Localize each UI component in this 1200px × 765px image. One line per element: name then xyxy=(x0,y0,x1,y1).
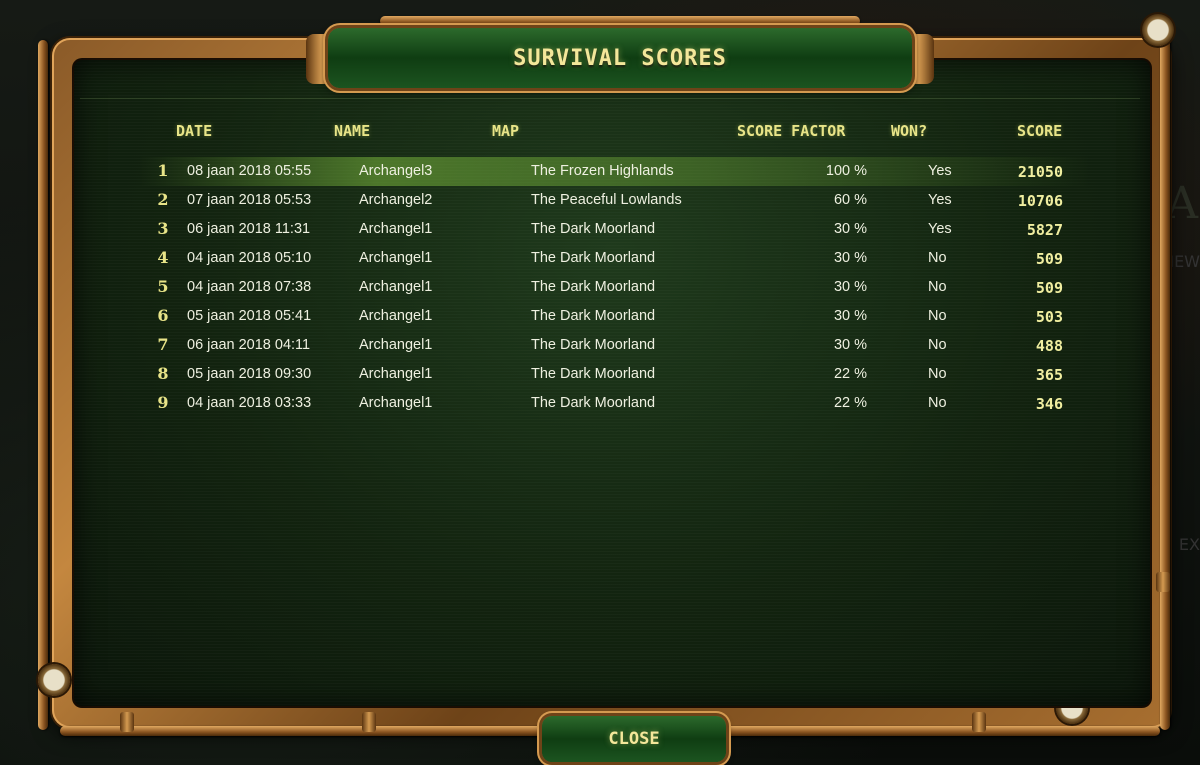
name-cell: Archangel1 xyxy=(359,279,433,295)
rank: 3 xyxy=(157,219,169,238)
name-cell: Archangel1 xyxy=(359,250,433,266)
table-row[interactable]: 1 08 jaan 2018 05:55 Archangel3 The Froz… xyxy=(140,157,1090,186)
table-row[interactable]: 7 06 jaan 2018 04:11 Archangel1 The Dark… xyxy=(140,331,1090,360)
name-cell: Archangel1 xyxy=(359,366,433,382)
bolt-icon xyxy=(972,712,986,732)
page-title: SURVIVAL SCORES xyxy=(513,45,727,71)
map-cell: The Peaceful Lowlands xyxy=(531,192,682,208)
date-cell: 05 jaan 2018 09:30 xyxy=(187,366,312,382)
bolt-icon xyxy=(362,712,376,732)
won-cell: Yes xyxy=(928,221,952,237)
close-button[interactable]: CLOSE xyxy=(542,716,726,762)
score-factor-cell: 30 % xyxy=(833,308,867,324)
column-header-score-factor: SCORE FACTOR xyxy=(737,122,846,140)
background-text-ex: EX xyxy=(1178,535,1200,554)
date-cell: 08 jaan 2018 05:55 xyxy=(187,163,312,179)
name-cell: Archangel2 xyxy=(359,192,433,208)
won-cell: No xyxy=(928,279,947,295)
won-cell: No xyxy=(928,308,947,324)
score-cell: 503 xyxy=(1035,308,1063,326)
rank: 7 xyxy=(157,335,169,354)
rank: 8 xyxy=(157,364,169,383)
bolt-icon xyxy=(120,712,134,732)
column-header-score: SCORE xyxy=(1017,122,1063,140)
table-row[interactable]: 2 07 jaan 2018 05:53 Archangel2 The Peac… xyxy=(140,186,1090,215)
score-cell: 5827 xyxy=(1026,221,1063,239)
map-cell: The Dark Moorland xyxy=(531,279,656,295)
column-header-name: NAME xyxy=(334,122,371,140)
date-cell: 04 jaan 2018 05:10 xyxy=(187,250,312,266)
score-factor-cell: 22 % xyxy=(833,366,867,382)
rank: 9 xyxy=(157,393,169,412)
map-cell: The Dark Moorland xyxy=(531,366,656,382)
map-cell: The Dark Moorland xyxy=(531,395,656,411)
score-cell: 488 xyxy=(1035,337,1063,355)
score-cell: 10706 xyxy=(1017,192,1063,210)
column-header-won: WON? xyxy=(891,122,928,140)
won-cell: No xyxy=(928,250,947,266)
score-cell: 21050 xyxy=(1017,163,1063,181)
date-cell: 05 jaan 2018 05:41 xyxy=(187,308,312,324)
title-banner: SURVIVAL SCORES xyxy=(328,28,912,88)
score-cell: 346 xyxy=(1035,395,1063,413)
won-cell: Yes xyxy=(928,163,952,179)
score-factor-cell: 30 % xyxy=(833,337,867,353)
date-cell: 04 jaan 2018 07:38 xyxy=(187,279,312,295)
name-cell: Archangel3 xyxy=(359,163,433,179)
table-row[interactable]: 5 04 jaan 2018 07:38 Archangel1 The Dark… xyxy=(140,273,1090,302)
won-cell: Yes xyxy=(928,192,952,208)
map-cell: The Dark Moorland xyxy=(531,221,656,237)
map-cell: The Frozen Highlands xyxy=(531,163,674,179)
rank: 6 xyxy=(157,306,169,325)
name-cell: Archangel1 xyxy=(359,221,433,237)
name-cell: Archangel1 xyxy=(359,337,433,353)
left-pipe xyxy=(38,40,48,730)
date-cell: 07 jaan 2018 05:53 xyxy=(187,192,312,208)
table-row[interactable]: 6 05 jaan 2018 05:41 Archangel1 The Dark… xyxy=(140,302,1090,331)
bolt-icon xyxy=(1156,572,1170,592)
date-cell: 06 jaan 2018 04:11 xyxy=(187,337,311,353)
won-cell: No xyxy=(928,337,947,353)
name-cell: Archangel1 xyxy=(359,395,433,411)
won-cell: No xyxy=(928,366,947,382)
table-row[interactable]: 9 04 jaan 2018 03:33 Archangel1 The Dark… xyxy=(140,389,1090,418)
map-cell: The Dark Moorland xyxy=(531,308,656,324)
score-cell: 509 xyxy=(1035,250,1063,268)
score-factor-cell: 22 % xyxy=(833,395,867,411)
pressure-gauge-icon xyxy=(1142,14,1174,46)
rank: 1 xyxy=(157,161,169,180)
score-factor-cell: 30 % xyxy=(833,221,867,237)
date-cell: 04 jaan 2018 03:33 xyxy=(187,395,312,411)
rank: 4 xyxy=(157,248,169,267)
column-header-map: MAP xyxy=(492,122,520,140)
score-cell: 365 xyxy=(1035,366,1063,384)
table-row[interactable]: 8 05 jaan 2018 09:30 Archangel1 The Dark… xyxy=(140,360,1090,389)
score-cell: 509 xyxy=(1035,279,1063,297)
right-pipe xyxy=(1160,30,1170,730)
column-header-date: DATE xyxy=(176,122,213,140)
divider xyxy=(80,98,1140,99)
map-cell: The Dark Moorland xyxy=(531,337,656,353)
table-row[interactable]: 4 04 jaan 2018 05:10 Archangel1 The Dark… xyxy=(140,244,1090,273)
name-cell: Archangel1 xyxy=(359,308,433,324)
score-factor-cell: 100 % xyxy=(825,163,867,179)
date-cell: 06 jaan 2018 11:31 xyxy=(187,221,311,237)
won-cell: No xyxy=(928,395,947,411)
score-factor-cell: 60 % xyxy=(833,192,867,208)
top-pipe xyxy=(380,16,860,26)
rank: 2 xyxy=(157,190,169,209)
map-cell: The Dark Moorland xyxy=(531,250,656,266)
table-row[interactable]: 3 06 jaan 2018 11:31 Archangel1 The Dark… xyxy=(140,215,1090,244)
close-button-label: CLOSE xyxy=(608,729,660,749)
pressure-gauge-icon xyxy=(38,664,70,696)
score-factor-cell: 30 % xyxy=(833,279,867,295)
score-factor-cell: 30 % xyxy=(833,250,867,266)
rank: 5 xyxy=(157,277,169,296)
